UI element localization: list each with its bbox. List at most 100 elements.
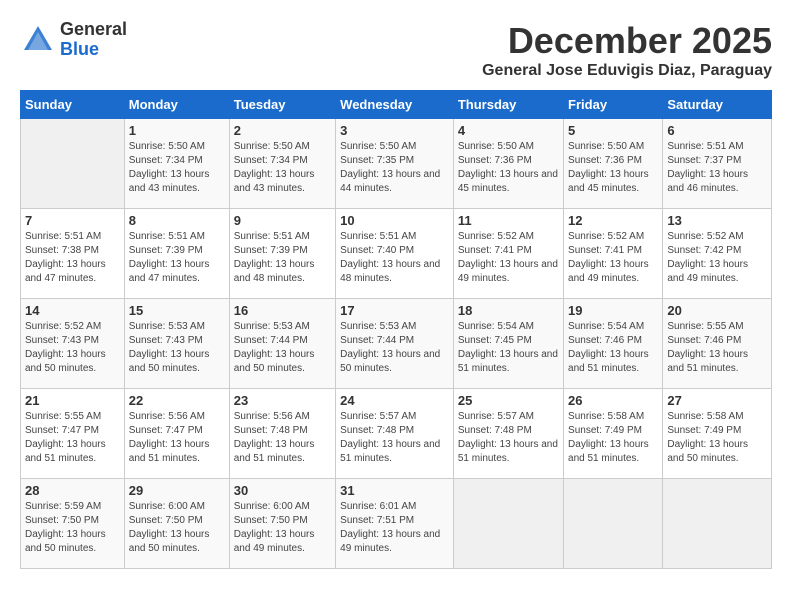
day-number: 8 bbox=[129, 213, 225, 228]
day-number: 15 bbox=[129, 303, 225, 318]
calendar-cell: 6 Sunrise: 5:51 AMSunset: 7:37 PMDaylight… bbox=[663, 119, 772, 209]
day-number: 17 bbox=[340, 303, 449, 318]
calendar-cell: 20 Sunrise: 5:55 AMSunset: 7:46 PMDayligh… bbox=[663, 299, 772, 389]
day-number: 3 bbox=[340, 123, 449, 138]
calendar-cell: 23 Sunrise: 5:56 AMSunset: 7:48 PMDayligh… bbox=[229, 389, 335, 479]
day-info: Sunrise: 5:58 AMSunset: 7:49 PMDaylight:… bbox=[667, 410, 767, 466]
calendar-cell: 31 Sunrise: 6:01 AMSunset: 7:51 PMDayligh… bbox=[336, 479, 454, 569]
header-row: SundayMondayTuesdayWednesdayThursdayFrid… bbox=[21, 91, 772, 119]
calendar-table: SundayMondayTuesdayWednesdayThursdayFrid… bbox=[20, 90, 772, 569]
col-header-thursday: Thursday bbox=[453, 91, 563, 119]
day-info: Sunrise: 5:51 AMSunset: 7:40 PMDaylight:… bbox=[340, 230, 449, 286]
calendar-cell bbox=[453, 479, 563, 569]
day-info: Sunrise: 5:50 AMSunset: 7:34 PMDaylight:… bbox=[129, 140, 225, 196]
day-number: 4 bbox=[458, 123, 559, 138]
day-number: 23 bbox=[234, 393, 331, 408]
day-number: 19 bbox=[568, 303, 658, 318]
day-info: Sunrise: 5:50 AMSunset: 7:34 PMDaylight:… bbox=[234, 140, 331, 196]
col-header-monday: Monday bbox=[124, 91, 229, 119]
day-number: 28 bbox=[25, 483, 120, 498]
day-info: Sunrise: 5:59 AMSunset: 7:50 PMDaylight:… bbox=[25, 500, 120, 556]
calendar-cell: 19 Sunrise: 5:54 AMSunset: 7:46 PMDayligh… bbox=[564, 299, 663, 389]
day-info: Sunrise: 5:52 AMSunset: 7:42 PMDaylight:… bbox=[667, 230, 767, 286]
day-info: Sunrise: 5:55 AMSunset: 7:47 PMDaylight:… bbox=[25, 410, 120, 466]
week-row-3: 14 Sunrise: 5:52 AMSunset: 7:43 PMDayligh… bbox=[21, 299, 772, 389]
col-header-sunday: Sunday bbox=[21, 91, 125, 119]
day-number: 12 bbox=[568, 213, 658, 228]
calendar-cell: 27 Sunrise: 5:58 AMSunset: 7:49 PMDayligh… bbox=[663, 389, 772, 479]
calendar-cell: 28 Sunrise: 5:59 AMSunset: 7:50 PMDayligh… bbox=[21, 479, 125, 569]
day-info: Sunrise: 5:56 AMSunset: 7:47 PMDaylight:… bbox=[129, 410, 225, 466]
day-number: 7 bbox=[25, 213, 120, 228]
col-header-wednesday: Wednesday bbox=[336, 91, 454, 119]
calendar-cell: 13Sunrise: 5:52 AMSunset: 7:42 PMDayligh… bbox=[663, 209, 772, 299]
day-number: 29 bbox=[129, 483, 225, 498]
col-header-friday: Friday bbox=[564, 91, 663, 119]
day-info: Sunrise: 6:00 AMSunset: 7:50 PMDaylight:… bbox=[234, 500, 331, 556]
logo-general: General bbox=[60, 20, 127, 40]
col-header-tuesday: Tuesday bbox=[229, 91, 335, 119]
day-info: Sunrise: 5:52 AMSunset: 7:41 PMDaylight:… bbox=[458, 230, 559, 286]
day-number: 14 bbox=[25, 303, 120, 318]
day-info: Sunrise: 5:54 AMSunset: 7:45 PMDaylight:… bbox=[458, 320, 559, 376]
day-number: 18 bbox=[458, 303, 559, 318]
day-info: Sunrise: 5:50 AMSunset: 7:35 PMDaylight:… bbox=[340, 140, 449, 196]
calendar-cell bbox=[564, 479, 663, 569]
day-number: 31 bbox=[340, 483, 449, 498]
day-number: 9 bbox=[234, 213, 331, 228]
day-info: Sunrise: 5:53 AMSunset: 7:44 PMDaylight:… bbox=[234, 320, 331, 376]
day-info: Sunrise: 5:51 AMSunset: 7:39 PMDaylight:… bbox=[234, 230, 331, 286]
week-row-4: 21Sunrise: 5:55 AMSunset: 7:47 PMDayligh… bbox=[21, 389, 772, 479]
calendar-cell: 12 Sunrise: 5:52 AMSunset: 7:41 PMDayligh… bbox=[564, 209, 663, 299]
week-row-5: 28 Sunrise: 5:59 AMSunset: 7:50 PMDayligh… bbox=[21, 479, 772, 569]
week-row-2: 7 Sunrise: 5:51 AMSunset: 7:38 PMDaylight… bbox=[21, 209, 772, 299]
calendar-cell: 22 Sunrise: 5:56 AMSunset: 7:47 PMDayligh… bbox=[124, 389, 229, 479]
day-info: Sunrise: 5:52 AMSunset: 7:43 PMDaylight:… bbox=[25, 320, 120, 376]
calendar-cell: 29 Sunrise: 6:00 AMSunset: 7:50 PMDayligh… bbox=[124, 479, 229, 569]
day-number: 30 bbox=[234, 483, 331, 498]
day-info: Sunrise: 5:57 AMSunset: 7:48 PMDaylight:… bbox=[340, 410, 449, 466]
day-number: 1 bbox=[129, 123, 225, 138]
calendar-cell: 1 Sunrise: 5:50 AMSunset: 7:34 PMDaylight… bbox=[124, 119, 229, 209]
logo-text: General Blue bbox=[60, 20, 127, 60]
title-block: December 2025 General Jose Eduvigis Diaz… bbox=[482, 20, 772, 80]
calendar-cell: 7 Sunrise: 5:51 AMSunset: 7:38 PMDaylight… bbox=[21, 209, 125, 299]
subtitle: General Jose Eduvigis Diaz, Paraguay bbox=[482, 62, 772, 80]
day-info: Sunrise: 5:51 AMSunset: 7:37 PMDaylight:… bbox=[667, 140, 767, 196]
calendar-cell: 26Sunrise: 5:58 AMSunset: 7:49 PMDayligh… bbox=[564, 389, 663, 479]
calendar-cell: 24 Sunrise: 5:57 AMSunset: 7:48 PMDayligh… bbox=[336, 389, 454, 479]
day-number: 20 bbox=[667, 303, 767, 318]
main-title: December 2025 bbox=[482, 20, 772, 62]
day-info: Sunrise: 6:01 AMSunset: 7:51 PMDaylight:… bbox=[340, 500, 449, 556]
day-info: Sunrise: 5:52 AMSunset: 7:41 PMDaylight:… bbox=[568, 230, 658, 286]
calendar-cell: 9 Sunrise: 5:51 AMSunset: 7:39 PMDaylight… bbox=[229, 209, 335, 299]
calendar-cell: 17 Sunrise: 5:53 AMSunset: 7:44 PMDayligh… bbox=[336, 299, 454, 389]
calendar-cell: 25Sunrise: 5:57 AMSunset: 7:48 PMDayligh… bbox=[453, 389, 563, 479]
day-number: 5 bbox=[568, 123, 658, 138]
logo: General Blue bbox=[20, 20, 127, 60]
day-number: 11 bbox=[458, 213, 559, 228]
day-info: Sunrise: 5:55 AMSunset: 7:46 PMDaylight:… bbox=[667, 320, 767, 376]
day-number: 27 bbox=[667, 393, 767, 408]
day-number: 16 bbox=[234, 303, 331, 318]
day-number: 22 bbox=[129, 393, 225, 408]
day-info: Sunrise: 5:53 AMSunset: 7:44 PMDaylight:… bbox=[340, 320, 449, 376]
calendar-cell: 18 Sunrise: 5:54 AMSunset: 7:45 PMDayligh… bbox=[453, 299, 563, 389]
day-info: Sunrise: 5:54 AMSunset: 7:46 PMDaylight:… bbox=[568, 320, 658, 376]
week-row-1: 1 Sunrise: 5:50 AMSunset: 7:34 PMDaylight… bbox=[21, 119, 772, 209]
day-info: Sunrise: 5:51 AMSunset: 7:39 PMDaylight:… bbox=[129, 230, 225, 286]
calendar-cell bbox=[663, 479, 772, 569]
day-info: Sunrise: 6:00 AMSunset: 7:50 PMDaylight:… bbox=[129, 500, 225, 556]
calendar-cell: 15Sunrise: 5:53 AMSunset: 7:43 PMDayligh… bbox=[124, 299, 229, 389]
page-header: General Blue December 2025 General Jose … bbox=[20, 20, 772, 80]
col-header-saturday: Saturday bbox=[663, 91, 772, 119]
calendar-cell: 30 Sunrise: 6:00 AMSunset: 7:50 PMDayligh… bbox=[229, 479, 335, 569]
calendar-cell: 3 Sunrise: 5:50 AMSunset: 7:35 PMDaylight… bbox=[336, 119, 454, 209]
day-info: Sunrise: 5:50 AMSunset: 7:36 PMDaylight:… bbox=[458, 140, 559, 196]
calendar-cell bbox=[21, 119, 125, 209]
day-number: 24 bbox=[340, 393, 449, 408]
calendar-cell: 10Sunrise: 5:51 AMSunset: 7:40 PMDayligh… bbox=[336, 209, 454, 299]
day-info: Sunrise: 5:51 AMSunset: 7:38 PMDaylight:… bbox=[25, 230, 120, 286]
day-number: 6 bbox=[667, 123, 767, 138]
day-info: Sunrise: 5:56 AMSunset: 7:48 PMDaylight:… bbox=[234, 410, 331, 466]
